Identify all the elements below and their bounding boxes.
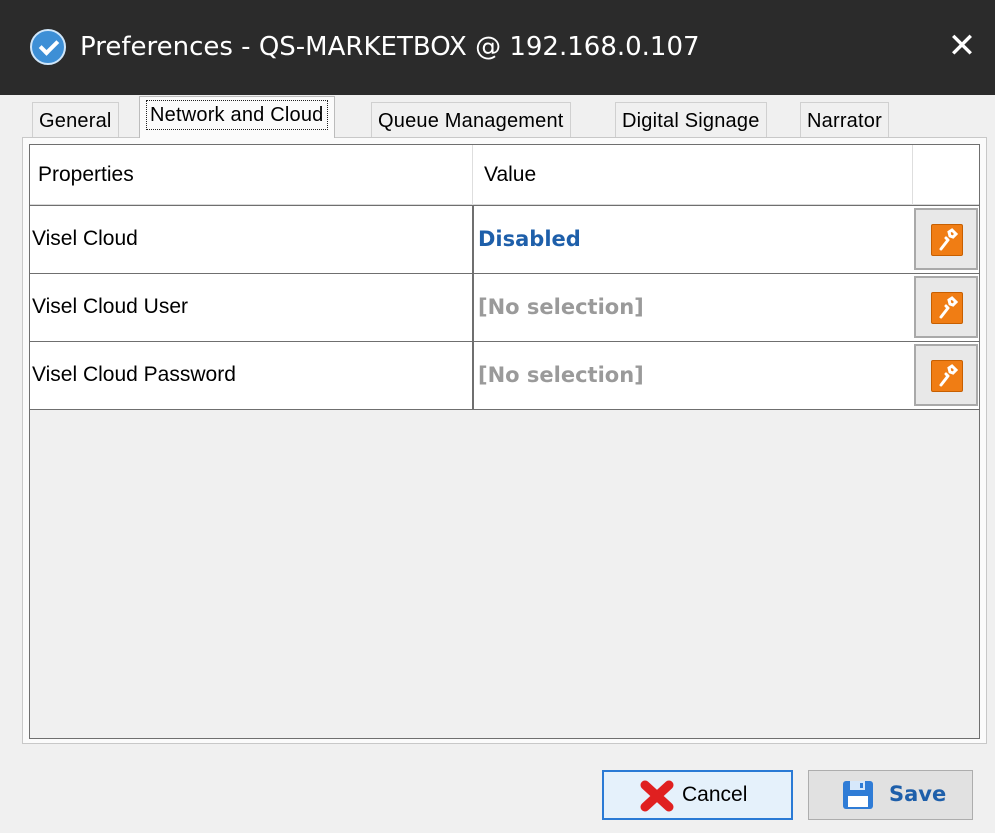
wrench-icon (931, 292, 963, 324)
tab-narrator[interactable]: Narrator (800, 102, 889, 138)
cancel-button[interactable]: Cancel (602, 770, 793, 820)
wrench-icon (931, 224, 963, 256)
tab-digital-signage-label: Digital Signage (622, 110, 760, 132)
property-name: Visel Cloud (32, 227, 138, 250)
property-value: [No selection] (478, 295, 644, 319)
wrench-icon (931, 360, 963, 392)
table-row[interactable]: Visel Cloud Disabled (30, 205, 979, 273)
tab-digital-signage[interactable]: Digital Signage (615, 102, 767, 138)
save-label: Save (889, 782, 947, 806)
property-name: Visel Cloud Password (32, 363, 236, 386)
column-divider (472, 342, 474, 409)
edit-property-button[interactable] (914, 276, 978, 338)
header-properties: Properties (38, 163, 134, 186)
property-value: Disabled (478, 227, 581, 251)
edit-property-button[interactable] (914, 208, 978, 270)
app-logo-icon (30, 29, 66, 65)
save-floppy-icon (843, 781, 873, 809)
cancel-label: Cancel (682, 783, 748, 806)
table-row[interactable]: Visel Cloud User [No selection] (30, 273, 979, 341)
properties-table: Properties Value Visel Cloud Disabled Vi… (29, 144, 980, 739)
tab-narrator-label: Narrator (807, 110, 882, 132)
tab-general[interactable]: General (32, 102, 119, 138)
tab-network-and-cloud[interactable]: Network and Cloud (139, 96, 335, 138)
tab-network-and-cloud-label: Network and Cloud (146, 100, 328, 130)
property-value: [No selection] (478, 363, 644, 387)
column-divider (472, 206, 474, 273)
tab-panel: Properties Value Visel Cloud Disabled Vi… (22, 137, 987, 744)
tab-queue-management[interactable]: Queue Management (371, 102, 571, 138)
title-bar: Preferences - QS-MARKETBOX @ 192.168.0.1… (0, 0, 995, 95)
table-row[interactable]: Visel Cloud Password [No selection] (30, 341, 979, 410)
column-divider (472, 274, 474, 341)
edit-property-button[interactable] (914, 344, 978, 406)
window-title: Preferences - QS-MARKETBOX @ 192.168.0.1… (80, 32, 700, 62)
header-divider (472, 145, 473, 205)
tab-general-label: General (39, 110, 112, 132)
header-divider (912, 145, 913, 205)
close-button[interactable]: ✕ (940, 26, 984, 66)
property-name: Visel Cloud User (32, 295, 189, 318)
cancel-x-icon (640, 780, 674, 812)
header-value: Value (484, 163, 537, 186)
table-header: Properties Value (30, 145, 979, 205)
tab-queue-management-label: Queue Management (378, 110, 564, 132)
save-button[interactable]: Save (808, 770, 973, 820)
